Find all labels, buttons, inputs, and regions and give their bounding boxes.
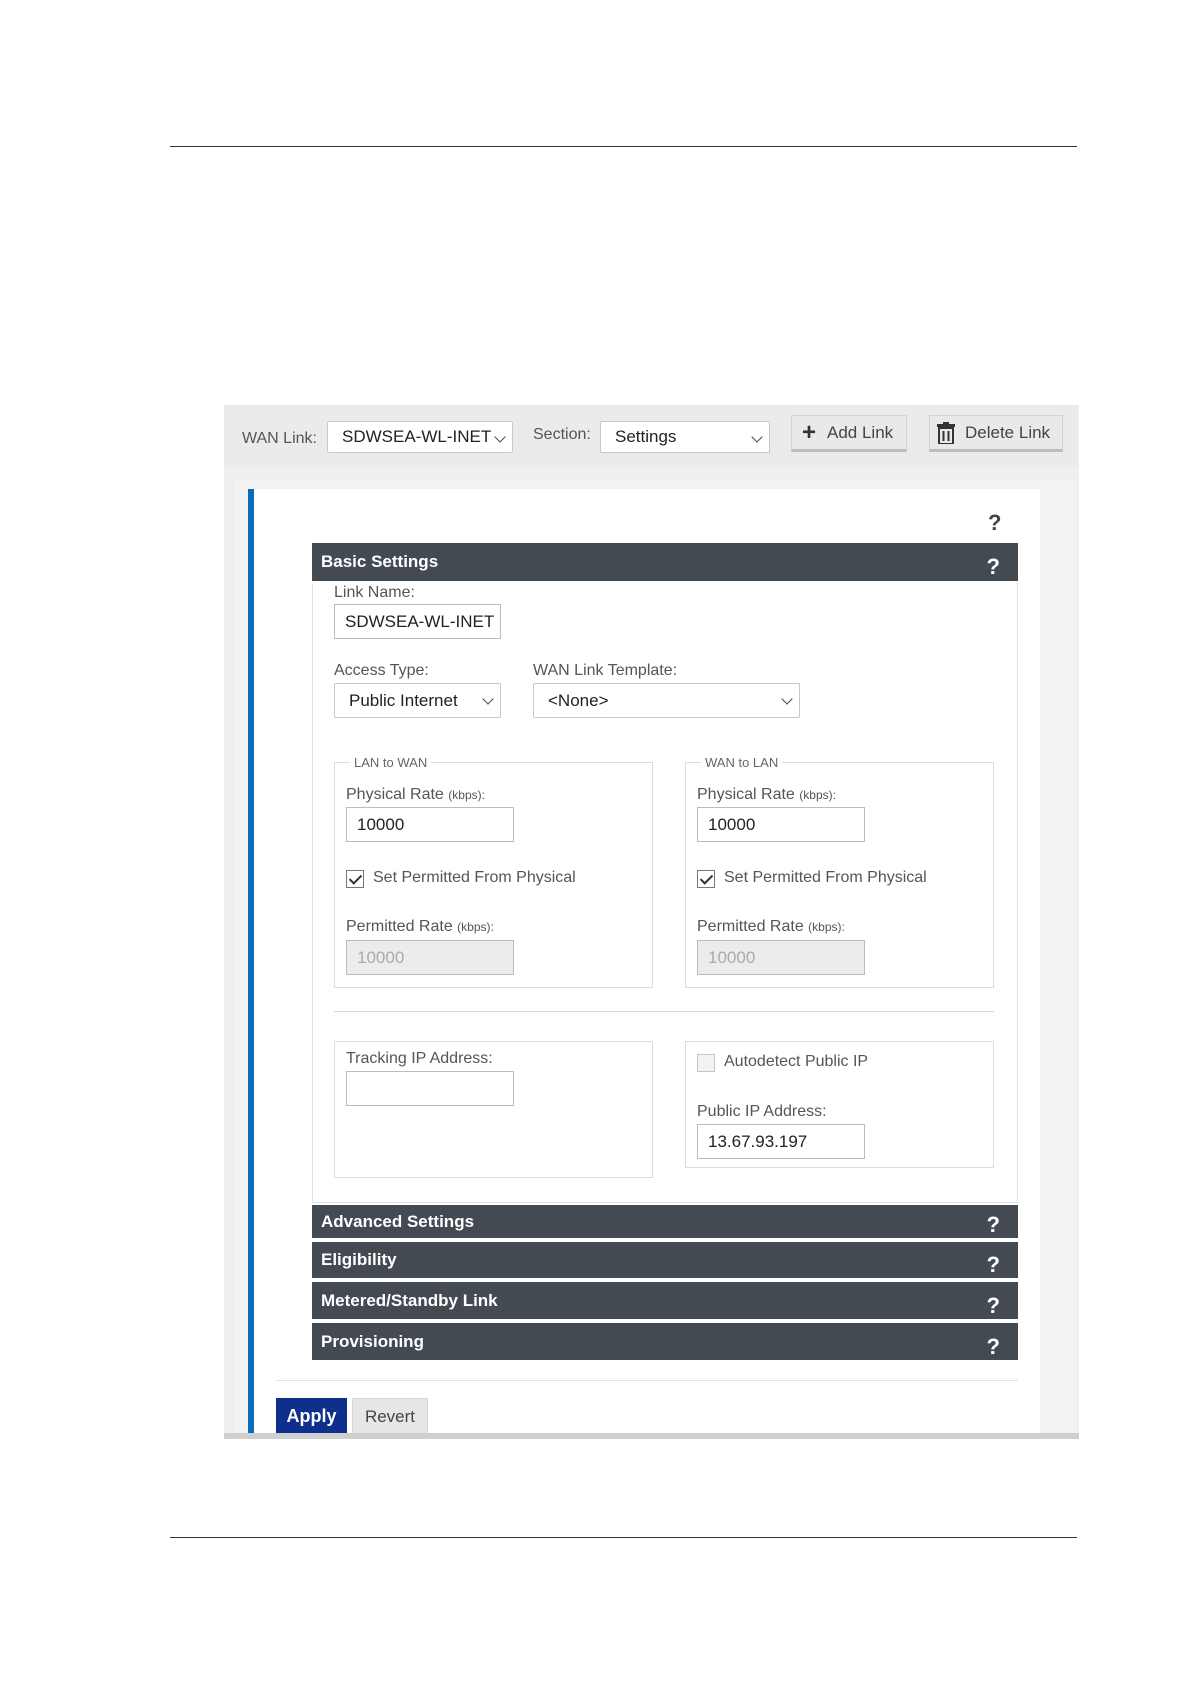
wan-link-template-label: WAN Link Template:	[533, 662, 678, 679]
chevron-down-icon	[751, 431, 763, 443]
wan-link-select-value: SDWSEA-WL-INET	[342, 427, 492, 446]
lan-to-wan-physical-text: Physical Rate	[346, 786, 444, 803]
link-name-label: Link Name:	[334, 584, 415, 601]
link-name-input[interactable]: SDWSEA-WL-INET	[334, 604, 501, 639]
wan-to-lan-physical-input[interactable]: 10000	[697, 807, 865, 842]
advanced-settings-header[interactable]: Advanced Settings ?	[312, 1205, 1018, 1238]
eligibility-title: Eligibility	[321, 1250, 397, 1269]
section-label: Section:	[533, 426, 591, 443]
metered-standby-link-title: Metered/Standby Link	[321, 1291, 498, 1310]
lan-to-wan-set-permitted-label: Set Permitted From Physical	[373, 869, 576, 886]
page-help-icon[interactable]: ?	[988, 510, 1001, 536]
apply-button[interactable]: Apply	[276, 1398, 347, 1434]
lan-to-wan-legend: LAN to WAN	[350, 755, 432, 770]
basic-settings-header[interactable]: Basic Settings ?	[312, 543, 1018, 581]
provisioning-header[interactable]: Provisioning ?	[312, 1323, 1018, 1360]
actions-divider	[276, 1380, 1018, 1381]
toolbar: WAN Link: SDWSEA-WL-INET Section: Settin…	[224, 405, 1079, 467]
plus-icon: +	[802, 419, 817, 446]
basic-settings-help-icon[interactable]: ?	[987, 548, 1000, 586]
wan-to-lan-set-permitted-label: Set Permitted From Physical	[724, 869, 927, 886]
provisioning-title: Provisioning	[321, 1332, 424, 1351]
metered-standby-link-header[interactable]: Metered/Standby Link ?	[312, 1282, 1018, 1319]
wan-to-lan-set-permitted-checkbox[interactable]	[697, 870, 715, 888]
autodetect-public-ip-checkbox[interactable]	[697, 1054, 715, 1072]
chevron-down-icon	[781, 693, 793, 705]
eligibility-help-icon[interactable]: ?	[987, 1247, 1000, 1283]
add-link-button[interactable]: + Add Link	[791, 415, 907, 452]
wan-to-lan-permitted-unit: (kbps):	[808, 920, 845, 934]
section-divider	[334, 1011, 994, 1012]
public-ip-label: Public IP Address:	[697, 1103, 827, 1120]
access-type-label: Access Type:	[334, 662, 429, 679]
lan-to-wan-permitted-text: Permitted Rate	[346, 918, 453, 935]
page-footer-rule	[170, 1537, 1077, 1538]
wan-to-lan-permitted-text: Permitted Rate	[697, 918, 804, 935]
section-select[interactable]: Settings	[600, 421, 770, 453]
wan-to-lan-permitted-label: Permitted Rate (kbps):	[697, 918, 845, 936]
chevron-down-icon	[494, 431, 506, 443]
public-ip-input[interactable]: 13.67.93.197	[697, 1124, 865, 1159]
wan-link-template-value: <None>	[548, 691, 609, 710]
lan-to-wan-permitted-input: 10000	[346, 940, 514, 975]
lan-to-wan-permitted-label: Permitted Rate (kbps):	[346, 918, 494, 936]
advanced-settings-title: Advanced Settings	[321, 1212, 475, 1231]
lan-to-wan-physical-label: Physical Rate (kbps):	[346, 786, 485, 804]
wan-to-lan-physical-label: Physical Rate (kbps):	[697, 786, 836, 804]
delete-link-label: Delete Link	[965, 423, 1051, 442]
access-type-value: Public Internet	[349, 691, 458, 710]
lan-to-wan-physical-input[interactable]: 10000	[346, 807, 514, 842]
wan-link-template-select[interactable]: <None>	[533, 683, 800, 718]
eligibility-header[interactable]: Eligibility ?	[312, 1242, 1018, 1278]
tracking-ip-label: Tracking IP Address:	[346, 1050, 493, 1067]
wan-to-lan-legend: WAN to LAN	[701, 755, 783, 770]
page-header-rule	[170, 146, 1077, 147]
provisioning-help-icon[interactable]: ?	[987, 1328, 1000, 1365]
metered-standby-link-help-icon[interactable]: ?	[987, 1287, 1000, 1324]
wan-link-label: WAN Link:	[242, 430, 317, 447]
access-type-select[interactable]: Public Internet	[334, 683, 501, 718]
revert-button[interactable]: Revert	[352, 1398, 428, 1434]
basic-settings-title: Basic Settings	[321, 552, 439, 571]
delete-link-button[interactable]: Delete Link	[929, 415, 1063, 452]
section-select-value: Settings	[615, 427, 677, 446]
trash-icon	[937, 422, 955, 444]
tracking-ip-input[interactable]	[346, 1071, 514, 1106]
wan-to-lan-physical-unit: (kbps):	[799, 788, 836, 802]
wan-link-select[interactable]: SDWSEA-WL-INET	[327, 421, 513, 453]
advanced-settings-help-icon[interactable]: ?	[987, 1208, 1000, 1241]
screenshot-bottom-edge	[224, 1433, 1079, 1439]
lan-to-wan-set-permitted-checkbox[interactable]	[346, 870, 364, 888]
chevron-down-icon	[482, 693, 494, 705]
wan-to-lan-physical-text: Physical Rate	[697, 786, 795, 803]
add-link-label: Add Link	[827, 423, 894, 442]
autodetect-public-ip-label: Autodetect Public IP	[724, 1053, 869, 1070]
lan-to-wan-physical-unit: (kbps):	[448, 788, 485, 802]
lan-to-wan-permitted-unit: (kbps):	[457, 920, 494, 934]
wan-to-lan-permitted-input: 10000	[697, 940, 865, 975]
